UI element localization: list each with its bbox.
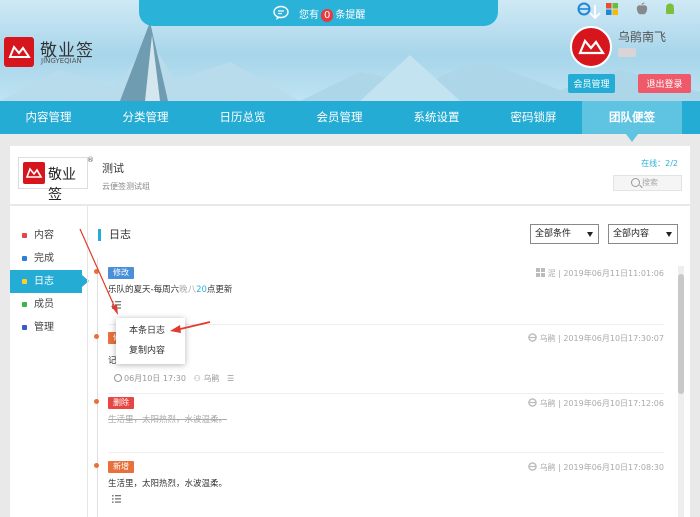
sidebar-item-admin[interactable]: 管理 — [10, 316, 82, 339]
cloud-logo-icon — [25, 167, 43, 178]
square-bullet-icon — [22, 279, 27, 284]
team-logo-text: 敬业签 — [48, 167, 76, 203]
android-icon[interactable] — [663, 2, 677, 16]
nav-pointer — [626, 134, 638, 142]
brand-subtitle: JINGYEQIAN — [41, 57, 82, 65]
registered-mark: ® — [87, 156, 94, 164]
square-bullet-icon — [22, 302, 27, 307]
timeline-dot — [94, 334, 99, 339]
timeline-dot — [94, 269, 99, 274]
cloud-avatar-icon — [578, 38, 606, 55]
square-bullet-icon — [22, 325, 27, 330]
list-menu-icon[interactable]: ☰ — [227, 374, 234, 383]
log-entry: 删除 乌鹃 | 2019年06月10日17:12:06 生活里，太阳热烈，水波温… — [94, 397, 664, 457]
main-nav: 内容管理 分类管理 日历总览 会员管理 系统设置 密码锁屏 团队便签 — [0, 101, 700, 134]
sidebar-divider — [87, 206, 88, 517]
timeline-dot — [94, 399, 99, 404]
action-badge: 新增 — [108, 461, 134, 473]
entry-meta: 乌鹃 | 2019年06月10日17:08:30 — [527, 462, 664, 473]
entry-reminder: 06月10日 17:30 ⚇ 乌鹃 ☰ — [114, 373, 234, 384]
entry-divider — [108, 324, 664, 325]
nav-indicator-area — [0, 134, 700, 144]
message-icon — [273, 5, 289, 20]
windows-icon[interactable] — [605, 2, 619, 16]
clock-icon — [114, 374, 122, 382]
entry-content: 生活里，太阳热烈，水波温柔。 — [108, 479, 228, 489]
nav-category-management[interactable]: 分类管理 — [97, 101, 194, 134]
entry-meta: 泥 | 2019年06月11日11:01:06 — [535, 268, 664, 279]
user-name: 乌鹃南飞 — [618, 30, 667, 44]
team-card: 敬业签 ® 测试 云便签测试组 在线：2/2 搜索 — [10, 146, 690, 204]
sidebar: 内容 完成 日志 成员 管理 — [10, 224, 89, 339]
main-panel: 内容 完成 日志 成员 管理 日志 全部条件 全部内容 修改 泥 | 2019年… — [10, 206, 690, 517]
content-select[interactable]: 全部内容 — [608, 224, 678, 244]
nav-member-management[interactable]: 会员管理 — [291, 101, 388, 134]
scrollbar-thumb[interactable] — [678, 274, 684, 394]
user-avatar[interactable] — [570, 26, 612, 68]
reminder-text: 您有 0 条提醒 — [299, 9, 366, 22]
menu-item-this-log[interactable]: 本条日志 — [116, 321, 185, 341]
caret-down-icon — [666, 232, 672, 237]
reminder-bar[interactable]: 您有 0 条提醒 — [139, 0, 601, 26]
header: 您有 0 条提醒 敬业签 JINGYEQIAN 乌鹃南飞 会员管理 退出登录 — [0, 0, 700, 101]
entry-meta: 乌鹃 | 2019年06月10日17:30:07 — [527, 333, 664, 344]
ie-icon[interactable] — [577, 2, 591, 16]
context-menu: 本条日志 复制内容 — [116, 318, 185, 364]
nav-system-settings[interactable]: 系统设置 — [388, 101, 485, 134]
entry-meta: 乌鹃 | 2019年06月10日17:12:06 — [527, 398, 664, 409]
search-icon — [631, 178, 640, 187]
sidebar-item-log[interactable]: 日志 — [10, 270, 89, 293]
nav-content-management[interactable]: 内容管理 — [0, 101, 97, 134]
list-menu-icon[interactable] — [112, 301, 121, 309]
online-status: 在线：2/2 — [641, 159, 678, 168]
user-id-blurred — [618, 48, 636, 57]
entry-divider — [108, 452, 664, 453]
sidebar-item-members[interactable]: 成员 — [10, 293, 82, 316]
action-badge: 修改 — [108, 267, 134, 279]
sidebar-item-done[interactable]: 完成 — [10, 247, 82, 270]
square-bullet-icon — [22, 256, 27, 261]
logout-button[interactable]: 退出登录 — [638, 74, 691, 93]
reminder-count: 0 — [321, 9, 334, 22]
windows-icon — [535, 268, 545, 277]
team-logo-mark — [23, 162, 45, 184]
nav-password-lock[interactable]: 密码锁屏 — [485, 101, 582, 134]
team-subtitle: 云便签测试组 — [102, 182, 150, 191]
nav-calendar-overview[interactable]: 日历总览 — [194, 101, 291, 134]
team-title: 测试 — [102, 162, 124, 175]
scrollbar[interactable] — [678, 266, 684, 517]
list-menu-icon[interactable] — [112, 495, 121, 503]
page-title: 日志 — [98, 229, 131, 241]
user-icon: ⚇ — [193, 374, 201, 383]
entry-divider — [108, 393, 664, 394]
condition-select[interactable]: 全部条件 — [530, 224, 599, 244]
ie-icon — [527, 462, 537, 471]
team-logo: 敬业签 ® — [18, 156, 94, 203]
ie-icon — [527, 333, 537, 342]
cloud-logo-icon — [8, 45, 31, 58]
menu-item-copy-content[interactable]: 复制内容 — [116, 341, 185, 361]
entry-content: 生活里，太阳热烈，水波温柔。 — [108, 415, 228, 425]
square-bullet-icon — [22, 233, 27, 238]
sidebar-item-content[interactable]: 内容 — [10, 224, 82, 247]
apple-icon[interactable] — [635, 2, 649, 16]
brand-logo — [4, 37, 34, 67]
nav-team-notes[interactable]: 团队便签 — [582, 101, 682, 134]
log-entry: 新增 乌鹃 | 2019年06月10日17:08:30 生活里，太阳热烈，水波温… — [94, 461, 664, 517]
action-badge: 删除 — [108, 397, 134, 409]
member-manage-button[interactable]: 会员管理 — [568, 74, 615, 93]
search-input[interactable]: 搜索 — [613, 175, 682, 191]
ie-icon — [527, 398, 537, 407]
caret-down-icon — [587, 232, 593, 237]
timeline-dot — [94, 463, 99, 468]
entry-content: 乐队的夏天-每周六晚八20点更新 — [108, 285, 233, 295]
